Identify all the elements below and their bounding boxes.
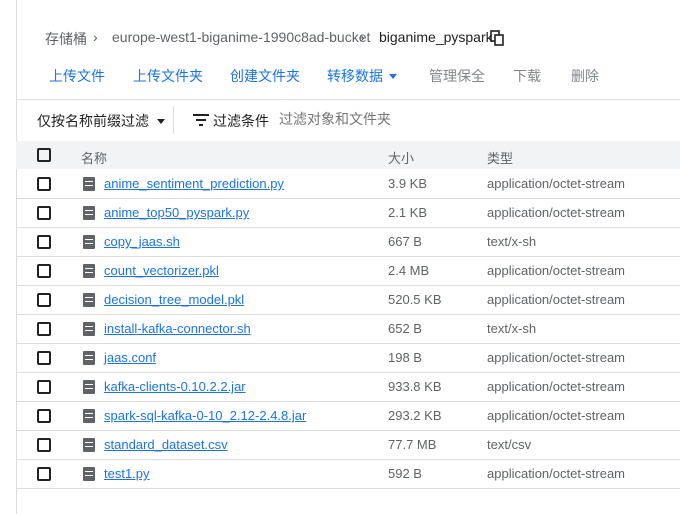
file-icon [83, 293, 95, 307]
divider [16, 99, 680, 100]
upload-files-button[interactable]: 上传文件 [49, 66, 105, 86]
file-name-link[interactable]: standard_dataset.csv [104, 437, 228, 452]
transfer-data-label: 转移数据 [327, 68, 383, 84]
row-checkbox[interactable] [37, 293, 51, 307]
row-checkbox[interactable] [37, 351, 51, 365]
file-name-link[interactable]: copy_jaas.sh [104, 234, 180, 249]
file-type: application/octet-stream [487, 205, 626, 220]
divider [173, 106, 174, 134]
breadcrumb-buckets-link[interactable]: 存储桶 [45, 29, 87, 49]
file-size: 77.7 MB [388, 437, 437, 452]
file-type: application/octet-stream [487, 466, 626, 481]
row-checkbox[interactable] [37, 264, 51, 278]
prefix-filter-dropdown[interactable]: 仅按名称前缀过滤 [37, 111, 165, 131]
breadcrumb-current-folder: biganime_pyspark [379, 29, 493, 45]
file-icon [83, 351, 95, 365]
file-icon [83, 409, 95, 423]
upload-folder-button[interactable]: 上传文件夹 [133, 66, 203, 86]
file-icon [83, 322, 95, 336]
file-size: 2.1 KB [388, 205, 428, 220]
file-name-link[interactable]: kafka-clients-0.10.2.2.jar [104, 379, 246, 394]
file-name-link[interactable]: jaas.conf [104, 350, 156, 365]
file-type: application/octet-stream [487, 176, 626, 191]
file-size: 933.8 KB [388, 379, 442, 394]
breadcrumb-bucket-link[interactable]: europe-west1-biganime-1990c8ad-bucket [112, 29, 370, 45]
file-type: application/octet-stream [487, 263, 626, 278]
select-all-checkbox[interactable] [37, 148, 51, 162]
prefix-filter-label: 仅按名称前缀过滤 [37, 113, 149, 129]
file-size: 3.9 KB [388, 176, 428, 191]
caret-down-icon [389, 74, 397, 79]
row-checkbox[interactable] [37, 235, 51, 249]
file-type: application/octet-stream [487, 292, 626, 307]
file-name-link[interactable]: install-kafka-connector.sh [104, 321, 251, 336]
file-type: application/octet-stream [487, 408, 626, 423]
filter-input[interactable] [279, 111, 579, 127]
file-name-link[interactable]: anime_top50_pyspark.py [104, 205, 249, 220]
file-icon [83, 438, 95, 452]
file-size: 198 B [388, 350, 422, 365]
file-icon [83, 380, 95, 394]
file-type: text/csv [487, 437, 532, 452]
file-name-link[interactable]: count_vectorizer.pkl [104, 263, 219, 278]
row-checkbox[interactable] [37, 409, 51, 423]
file-size: 652 B [388, 321, 422, 336]
column-header-name[interactable]: 名称 [81, 148, 107, 167]
row-checkbox[interactable] [37, 380, 51, 394]
file-size: 2.4 MB [388, 263, 430, 278]
column-header-size[interactable]: 大小 [388, 148, 414, 167]
file-size: 592 B [388, 466, 422, 481]
file-icon [83, 177, 95, 191]
manage-holds-button[interactable]: 管理保全 [429, 66, 485, 86]
file-name-link[interactable]: spark-sql-kafka-0-10_2.12-2.4.8.jar [104, 408, 306, 423]
file-type: application/octet-stream [487, 379, 626, 394]
delete-button[interactable]: 删除 [571, 66, 599, 86]
file-type: text/x-sh [487, 234, 537, 249]
file-icon [83, 264, 95, 278]
row-checkbox[interactable] [37, 467, 51, 481]
file-type: text/x-sh [487, 321, 537, 336]
file-icon [83, 206, 95, 220]
row-checkbox[interactable] [37, 206, 51, 220]
file-size: 667 B [388, 234, 422, 249]
row-checkbox[interactable] [37, 322, 51, 336]
filter-icon[interactable] [193, 113, 209, 127]
filter-button[interactable]: 过滤条件 [213, 111, 269, 131]
column-header-type[interactable]: 类型 [487, 148, 513, 167]
file-name-link[interactable]: decision_tree_model.pkl [104, 292, 244, 307]
chevron-right-icon: › [360, 29, 365, 45]
row-checkbox[interactable] [37, 177, 51, 191]
file-size: 293.2 KB [388, 408, 442, 423]
table-header [16, 141, 680, 169]
chevron-right-icon: › [93, 29, 98, 45]
create-folder-button[interactable]: 创建文件夹 [230, 66, 300, 86]
transfer-data-button[interactable]: 转移数据 [327, 66, 397, 86]
file-icon [83, 467, 95, 481]
file-name-link[interactable]: anime_sentiment_prediction.py [104, 176, 284, 191]
row-checkbox[interactable] [37, 438, 51, 452]
file-name-link[interactable]: test1.py [104, 466, 150, 481]
copy-icon[interactable] [490, 30, 504, 46]
file-type: application/octet-stream [487, 350, 626, 365]
file-size: 520.5 KB [388, 292, 442, 307]
file-icon [83, 235, 95, 249]
caret-down-icon [157, 119, 165, 124]
download-button[interactable]: 下载 [513, 66, 541, 86]
